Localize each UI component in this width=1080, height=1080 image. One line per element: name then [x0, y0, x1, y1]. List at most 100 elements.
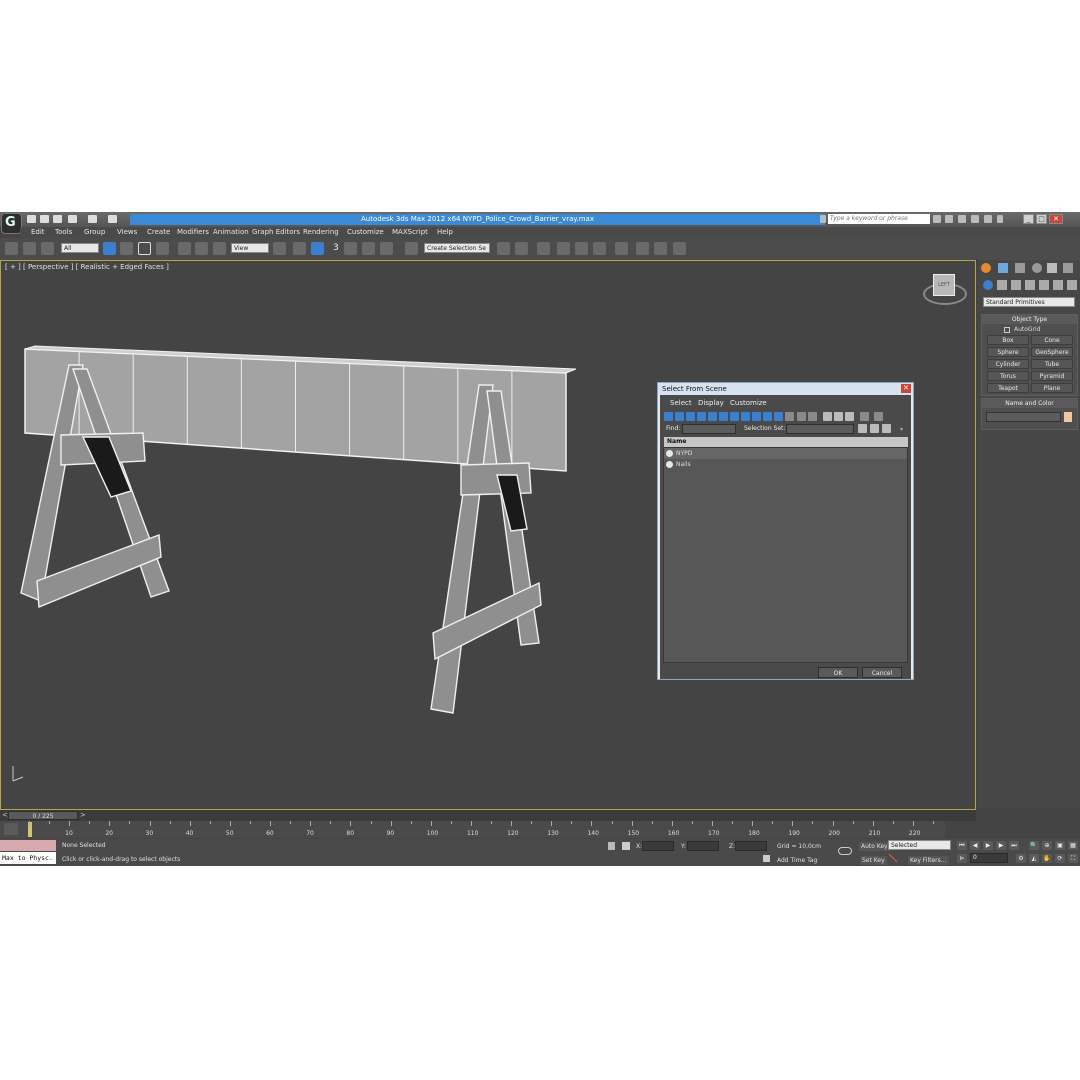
zoom-extents-icon[interactable]: ▣ [1055, 841, 1065, 850]
scale-icon[interactable] [213, 242, 226, 255]
rectangular-selection-icon[interactable] [138, 242, 151, 255]
cylinder-button[interactable]: Cylinder [987, 359, 1029, 369]
favorites-star-icon[interactable] [971, 215, 979, 223]
time-configuration-icon[interactable]: ⚙ [1016, 854, 1026, 863]
list-item[interactable]: Nails [664, 459, 907, 470]
options-arrow-icon[interactable]: ▾ [900, 426, 903, 433]
help-dropdown-icon[interactable] [997, 215, 1003, 223]
display-hidden-icon[interactable] [785, 412, 794, 421]
key-filter-icon[interactable] [888, 853, 898, 863]
cone-button[interactable]: Cone [1031, 335, 1073, 345]
geosphere-button[interactable]: GeoSphere [1031, 347, 1073, 357]
render-production-icon[interactable] [673, 242, 686, 255]
menu-animation[interactable]: Animation [213, 228, 249, 237]
display-containers-icon[interactable] [763, 412, 772, 421]
key-mode-dropdown[interactable]: Selected [888, 840, 951, 850]
x-coordinate-field[interactable] [642, 841, 674, 851]
selection-set-edit-icon[interactable] [882, 424, 891, 433]
bind-space-warp-icon[interactable] [41, 242, 54, 255]
time-slider-thumb[interactable]: 0 / 225 [8, 811, 78, 820]
current-frame-field[interactable]: 0 [970, 853, 1008, 863]
absolute-mode-icon[interactable] [622, 842, 630, 850]
object-type-header[interactable]: Object Type [982, 315, 1077, 324]
render-setup-icon[interactable] [636, 242, 649, 255]
teapot-button[interactable]: Teapot [987, 383, 1029, 393]
redo-icon[interactable] [88, 215, 97, 223]
pivot-center-icon[interactable] [273, 242, 286, 255]
object-color-swatch[interactable] [1064, 412, 1072, 422]
menu-edit[interactable]: Edit [31, 228, 45, 237]
menu-help[interactable]: Help [437, 228, 453, 237]
key-mode-toggle-icon[interactable]: ⊳ [957, 854, 967, 863]
dialog-menu-customize[interactable]: Customize [730, 399, 767, 407]
autogrid-checkbox[interactable] [1004, 327, 1010, 333]
unlink-icon[interactable] [23, 242, 36, 255]
maximize-viewport-icon[interactable]: ⛶ [1068, 854, 1078, 863]
torus-button[interactable]: Torus [987, 371, 1029, 381]
new-file-icon[interactable] [27, 215, 36, 223]
go-to-end-icon[interactable]: ⏭ [1009, 841, 1019, 850]
menu-customize[interactable]: Customize [347, 228, 384, 237]
display-tab-icon[interactable] [1047, 263, 1057, 273]
set-key-button[interactable]: Set Key [860, 856, 887, 865]
display-frozen-icon[interactable] [774, 412, 783, 421]
zoom-icon[interactable]: 🔍 [1029, 841, 1039, 850]
shapes-icon[interactable] [997, 280, 1007, 290]
display-none-icon[interactable] [808, 412, 817, 421]
selection-lock-icon[interactable] [608, 842, 615, 850]
undo-icon[interactable] [68, 215, 77, 223]
motion-tab-icon[interactable] [1032, 263, 1042, 273]
menu-graph-editors[interactable]: Graph Editors [252, 228, 300, 237]
sphere-button[interactable]: Sphere [987, 347, 1029, 357]
geometry-icon[interactable] [983, 280, 993, 290]
menu-views[interactable]: Views [117, 228, 137, 237]
name-and-color-header[interactable]: Name and Color [982, 399, 1077, 408]
modify-tab-icon[interactable] [998, 263, 1008, 273]
pyramid-button[interactable]: Pyramid [1031, 371, 1073, 381]
display-all-icon[interactable] [797, 412, 806, 421]
select-and-link-icon[interactable] [5, 242, 18, 255]
time-prev-icon[interactable]: < [2, 811, 8, 819]
z-coordinate-field[interactable] [735, 841, 767, 851]
select-invert-icon[interactable] [845, 412, 854, 421]
object-name-field[interactable] [986, 412, 1061, 422]
mirror-icon[interactable] [497, 242, 510, 255]
rotate-icon[interactable] [195, 242, 208, 255]
viewcube[interactable]: LEFT [933, 274, 955, 296]
display-geometry-icon[interactable] [664, 412, 673, 421]
name-column-header[interactable]: Name [664, 437, 908, 447]
minimize-button[interactable]: _ [1023, 214, 1034, 224]
search-arrow-icon[interactable] [820, 215, 826, 223]
open-file-icon[interactable] [40, 215, 49, 223]
curve-editor-icon[interactable] [575, 242, 588, 255]
zoom-all-icon[interactable]: ⊕ [1042, 841, 1052, 850]
select-all-icon[interactable] [823, 412, 832, 421]
menu-maxscript[interactable]: MAXScript [392, 228, 428, 237]
selection-filter-dropdown[interactable]: All [61, 243, 99, 253]
menu-group[interactable]: Group [84, 228, 105, 237]
display-lights-icon[interactable] [686, 412, 695, 421]
close-button[interactable]: ✕ [1049, 214, 1063, 224]
save-file-icon[interactable] [53, 215, 62, 223]
display-shapes-icon[interactable] [675, 412, 684, 421]
app-logo-button[interactable]: G [1, 213, 22, 234]
select-object-icon[interactable] [103, 242, 116, 255]
orbit-icon[interactable]: ⟳ [1055, 854, 1065, 863]
set-key-mode-icon[interactable] [838, 847, 852, 855]
time-slider[interactable]: < 0 / 225 > [0, 810, 976, 821]
menu-modifiers[interactable]: Modifiers [177, 228, 209, 237]
pan-view-icon[interactable]: ✋ [1042, 854, 1052, 863]
space-warps-icon[interactable] [1053, 280, 1063, 290]
filter-icon[interactable] [860, 412, 869, 421]
snap-toggle-label[interactable]: 3 [333, 243, 339, 253]
mini-curve-editor-icon[interactable] [4, 823, 18, 835]
tools-icon[interactable] [945, 215, 953, 223]
utilities-tab-icon[interactable] [1063, 263, 1073, 273]
selection-set-add-icon[interactable] [858, 424, 867, 433]
material-editor-icon[interactable] [615, 242, 628, 255]
select-none-icon[interactable] [834, 412, 843, 421]
dialog-close-button[interactable]: ✕ [901, 384, 911, 393]
dialog-menu-select[interactable]: Select [670, 399, 692, 407]
track-bar[interactable]: 10 20 30 40 50 60 70 80 90 100 110 120 130 140 150 160 1… [0, 821, 945, 838]
display-xrefs-icon[interactable] [741, 412, 750, 421]
